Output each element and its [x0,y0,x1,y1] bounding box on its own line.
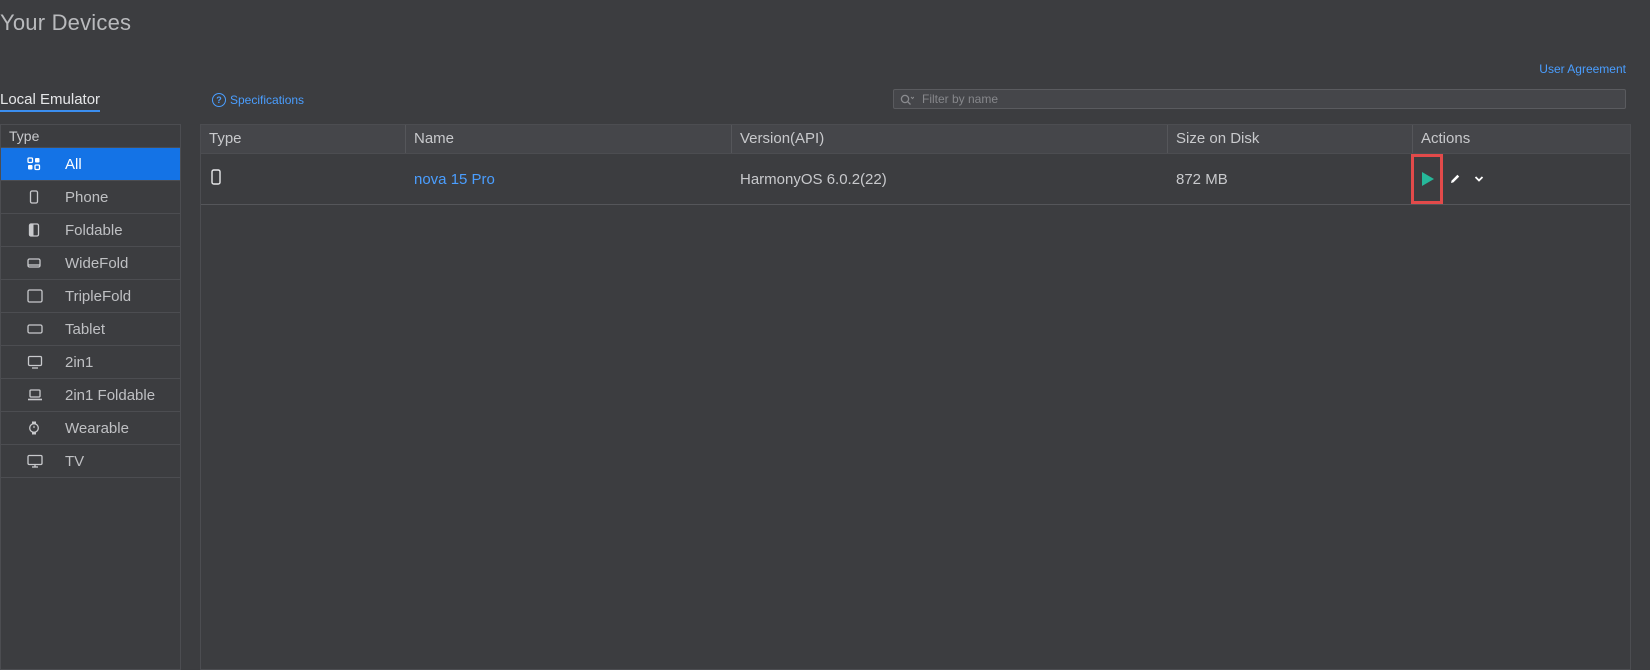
device-table: Type Name Version(API) Size on Disk Acti… [200,124,1631,670]
sidebar-item-label: Wearable [65,419,129,437]
device-version: HarmonyOS 6.0.2(22) [740,170,887,188]
sidebar-item-label: 2in1 Foldable [65,386,156,404]
play-icon [1422,172,1434,186]
sidebar-item-tablet[interactable]: Tablet [1,313,180,346]
device-name-link[interactable]: nova 15 Pro [406,171,732,188]
sidebar-item-phone[interactable]: Phone [1,181,180,214]
tab-local-emulator[interactable]: Local Emulator [0,91,101,112]
sidebar-item-wearable[interactable]: Wearable [1,412,180,445]
sidebar-item-triplefold[interactable]: TripleFold [1,280,180,313]
sidebar-item-tv[interactable]: TV [1,445,180,478]
filter-input[interactable] [920,91,1625,107]
monitor-icon [27,355,61,369]
column-header-size[interactable]: Size on Disk [1168,125,1413,153]
page-title: Your Devices [0,10,132,35]
sidebar-item-2in1-foldable[interactable]: 2in1 Foldable [1,379,180,412]
sidebar-item-label: WideFold [65,254,129,272]
table-header: Type Name Version(API) Size on Disk Acti… [201,125,1630,154]
specifications-link[interactable]: ? Specifications [212,93,304,107]
more-actions-button[interactable] [1467,167,1491,191]
run-button[interactable] [1411,154,1443,204]
sidebar-item-all[interactable]: All [1,148,180,181]
tablet-icon [27,322,61,336]
device-size: 872 MB [1176,170,1228,188]
sidebar-item-label: Tablet [65,320,106,338]
sidebar-item-widefold[interactable]: WideFold [1,247,180,280]
edit-button[interactable] [1443,167,1467,191]
sidebar-item-2in1[interactable]: 2in1 [1,346,180,379]
sidebar-item-label: Foldable [65,221,123,239]
device-type-sidebar: Type All Phone Foldable WideFold TripleF… [0,124,181,670]
sidebar-item-label: TripleFold [65,287,132,305]
sidebar-item-label: Phone [65,188,109,206]
user-agreement-link[interactable]: User Agreement [1539,62,1626,76]
device-actions [1411,154,1630,204]
phone-icon [27,190,61,204]
column-header-type[interactable]: Type [201,125,406,153]
pencil-icon [1451,174,1460,183]
grid-icon [27,157,61,171]
search-icon [900,93,915,105]
phone-icon [209,169,223,189]
sidebar-header: Type [1,125,180,148]
column-header-version[interactable]: Version(API) [732,125,1168,153]
widefold-icon [27,256,61,270]
specifications-label: Specifications [230,93,305,107]
filter-field[interactable] [893,89,1626,109]
column-header-actions: Actions [1421,130,1471,147]
sidebar-item-label: 2in1 [65,353,94,371]
device-type-cell [201,169,406,189]
watch-icon [27,421,61,435]
column-header-name[interactable]: Name [406,125,732,153]
laptop-icon [27,388,61,402]
sidebar-item-label: TV [65,452,85,470]
foldable-icon [27,223,61,237]
sidebar-item-label: All [65,155,82,173]
tv-icon [27,454,61,468]
sidebar-item-foldable[interactable]: Foldable [1,214,180,247]
help-circle-icon: ? [212,93,226,107]
table-row[interactable]: nova 15 Pro HarmonyOS 6.0.2(22) 872 MB [201,154,1630,205]
triplefold-icon [27,289,61,303]
chevron-down-icon [1474,176,1484,182]
